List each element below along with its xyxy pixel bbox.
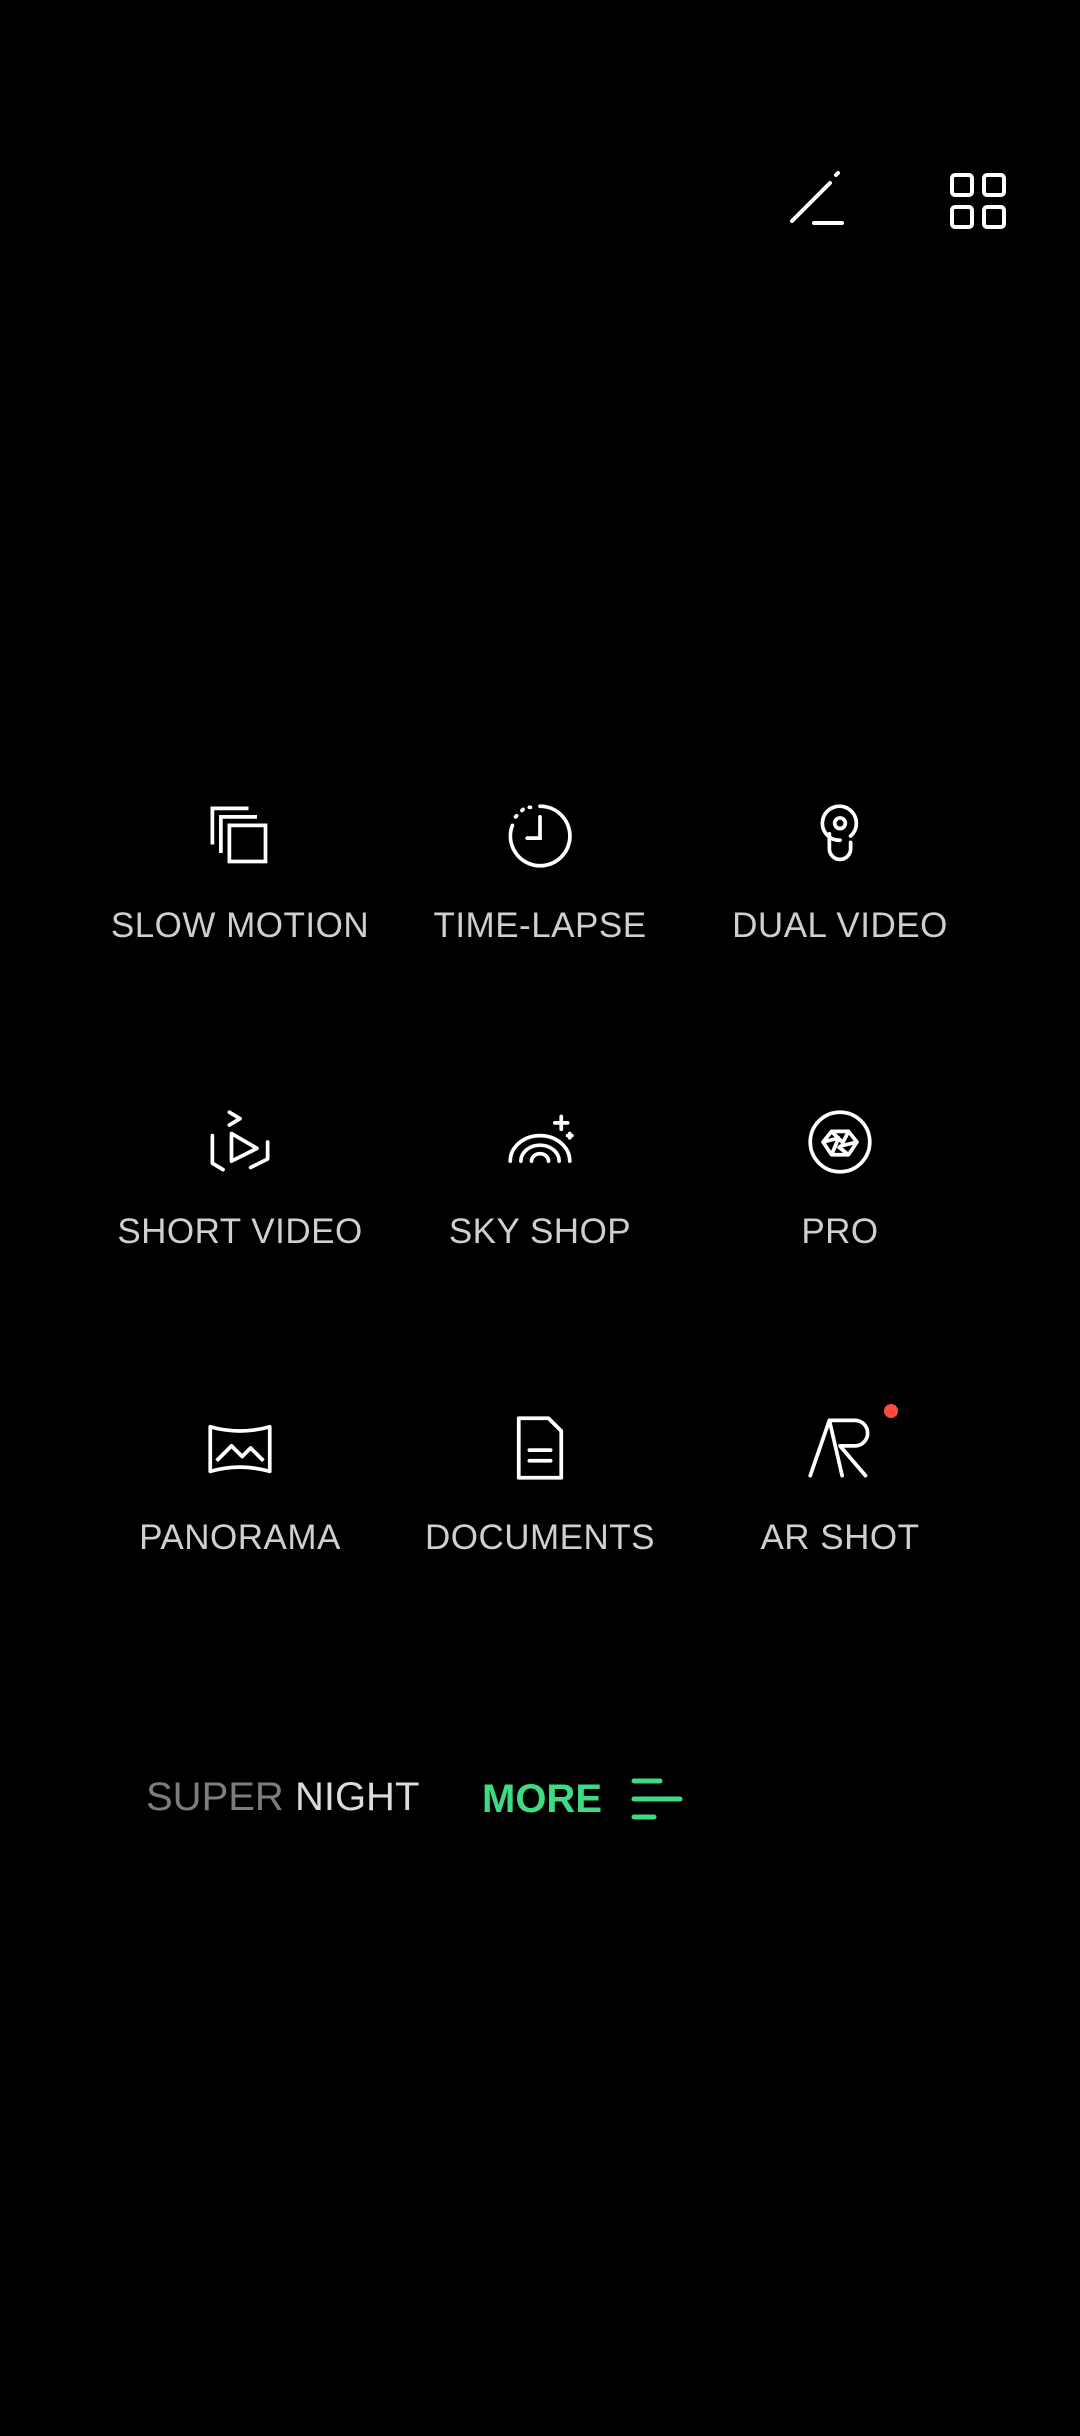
mode-row-2: SHORT VIDEO SKY SHOP PRO [0,1106,1080,1306]
grid-layout-icon [950,173,1006,229]
grid-layout-button[interactable] [942,165,1014,237]
mode-switcher-bar: SUPER NIGHT MORE [0,1775,1080,1835]
mode-row-3: PANORAMA DOCUMENTS AR SHOT [0,1404,1080,1612]
mode-time-lapse[interactable]: TIME-LAPSE [390,800,690,1000]
mode-label: DUAL VIDEO [732,906,948,945]
mode-row-1: SLOW MOTION TIME-LAPSE DUAL VIDEO [0,800,1080,1000]
ar-shot-icon [808,1418,870,1478]
edit-pencil-icon [790,171,844,225]
mode-dual-video[interactable]: DUAL VIDEO [690,800,990,1000]
more-modes-button[interactable]: MORE [482,1775,684,1823]
mode-label: SKY SHOP [448,1212,632,1251]
mode-slow-motion[interactable]: SLOW MOTION [90,800,390,1000]
mode-documents[interactable]: DOCUMENTS [390,1412,690,1612]
mode-label: AR SHOT [760,1518,920,1557]
short-video-icon [210,1110,270,1172]
mode-label: PRO [801,1212,879,1251]
edit-button[interactable] [780,165,852,237]
mode-super-night[interactable]: SUPER NIGHT [146,1775,419,1820]
new-badge-dot [884,1404,898,1418]
mode-pro[interactable]: PRO [690,1106,990,1306]
sky-shop-icon [508,1114,574,1163]
slow-motion-icon [210,806,268,864]
mode-label: TIME-LAPSE [433,906,647,945]
more-label: MORE [482,1776,602,1821]
super-night-label-part1: SUPER [146,1775,284,1819]
documents-icon [516,1416,564,1480]
mode-short-video[interactable]: SHORT VIDEO [90,1106,390,1306]
mode-label: SHORT VIDEO [117,1212,363,1251]
panorama-icon [208,1424,272,1474]
mode-label: DOCUMENTS [424,1518,656,1557]
mode-ar-shot[interactable]: AR SHOT [690,1404,990,1612]
mode-label: SLOW MOTION [110,906,370,945]
pro-aperture-icon [808,1110,872,1174]
super-night-label-part2: NIGHT [294,1775,420,1819]
menu-lines-icon [631,1778,683,1820]
mode-label: PANORAMA [139,1518,341,1557]
mode-panorama[interactable]: PANORAMA [90,1412,390,1612]
mode-sky-shop[interactable]: SKY SHOP [390,1106,690,1306]
time-lapse-icon [508,804,572,868]
dual-video-icon [820,804,859,862]
